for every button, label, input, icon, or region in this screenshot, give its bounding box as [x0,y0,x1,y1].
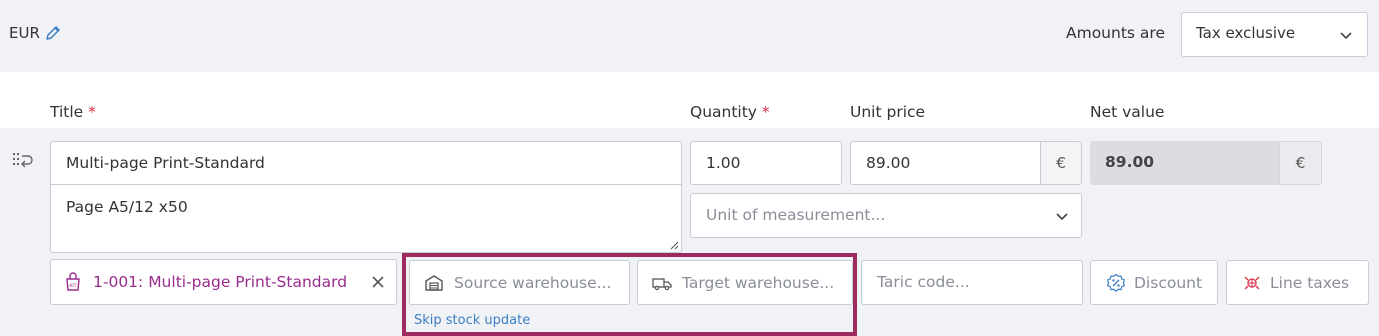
title-column-header: Title * [50,103,96,121]
taric-code-input[interactable]: Taric code... [861,260,1083,305]
skip-stock-update-link[interactable]: Skip stock update [414,313,530,328]
currency-selector[interactable]: EUR [9,24,62,42]
line-description-textarea[interactable]: Page A5/12 x50 [50,184,682,253]
required-mark: * [88,103,96,121]
source-warehouse-select[interactable]: Source warehouse... [409,260,630,305]
discount-percent-icon [1106,273,1126,293]
close-icon[interactable] [370,274,386,290]
amounts-are-label: Amounts are [1066,24,1165,42]
resize-handle-icon[interactable] [669,240,679,250]
net-value-column-header: Net value [1090,103,1165,121]
unit-price-input[interactable]: 89.00 [850,141,1041,185]
document-header-bar [0,0,1379,72]
unit-price-currency-suffix: € [1040,141,1082,185]
quantity-input[interactable]: 1.00 [690,141,842,185]
warehouse-icon [424,273,444,293]
unit-of-measurement-select[interactable]: Unit of measurement... [690,193,1082,238]
svg-text:KIT: KIT [69,283,76,289]
pencil-icon[interactable] [44,24,62,42]
line-title-input[interactable]: Multi-page Print-Standard [50,141,682,185]
truck-icon [652,273,672,293]
tax-mode-value: Tax exclusive [1196,24,1296,42]
uom-placeholder: Unit of measurement... [706,206,886,224]
quantity-column-header: Quantity * [690,103,770,121]
tax-mode-select[interactable]: Tax exclusive [1181,12,1368,57]
product-link-tag[interactable]: KIT 1-001: Multi-page Print-Standard [50,259,397,305]
drag-handle-icon[interactable] [12,150,34,172]
unit-price-column-header: Unit price [850,103,926,121]
source-warehouse-placeholder: Source warehouse... [454,273,612,292]
currency-label: EUR [9,24,40,42]
target-warehouse-placeholder: Target warehouse... [682,273,835,292]
product-box-icon: KIT [63,272,83,292]
line-taxes-icon [1242,273,1262,293]
title-header-text: Title [50,103,84,121]
discount-button-label: Discount [1134,273,1203,292]
product-tag-label: 1-001: Multi-page Print-Standard [93,273,348,291]
line-description-text: Page A5/12 x50 [66,198,188,216]
quantity-header-text: Quantity [690,103,757,121]
required-mark: * [761,103,770,121]
chevron-down-icon [1339,28,1353,42]
net-value-currency-suffix: € [1279,141,1322,185]
target-warehouse-select[interactable]: Target warehouse... [637,260,853,305]
discount-button[interactable]: Discount [1090,260,1218,305]
chevron-down-icon [1055,209,1069,223]
line-taxes-button-label: Line taxes [1270,273,1350,292]
net-value-field: 89.00 [1090,141,1280,185]
line-taxes-button[interactable]: Line taxes [1226,260,1369,305]
